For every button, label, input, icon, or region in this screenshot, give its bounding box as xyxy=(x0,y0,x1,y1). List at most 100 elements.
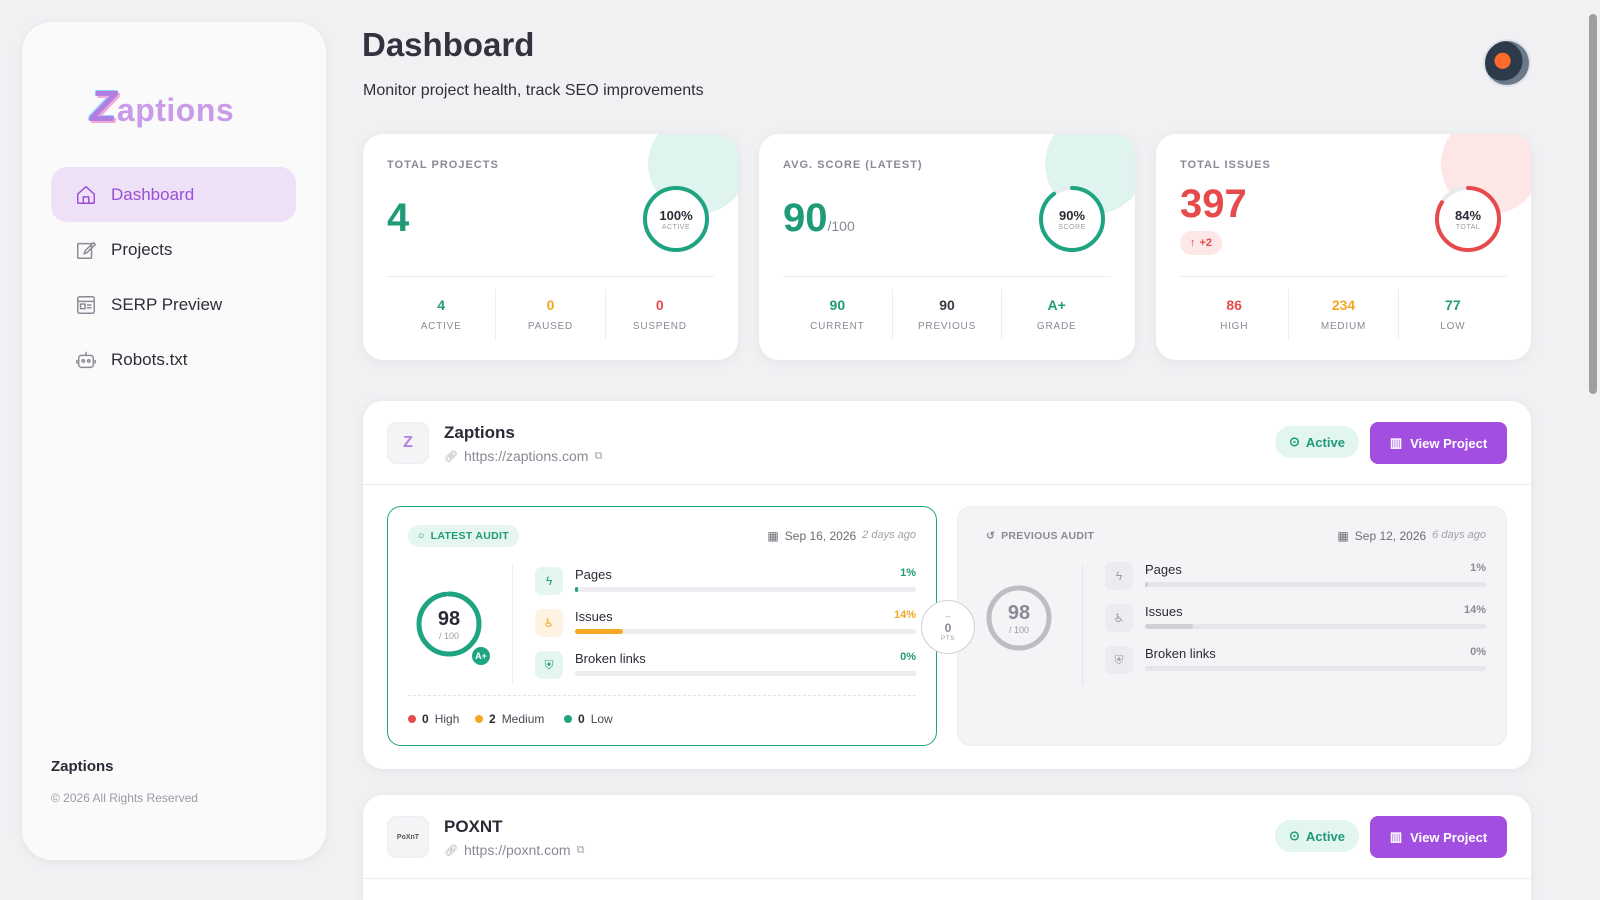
project-header: Z Zaptions 🔗︎ https://zaptions.com ⧉ ⊙ Ac… xyxy=(363,401,1531,485)
accessibility-icon: ♿︎ xyxy=(1105,604,1133,632)
metric-issues: ♿︎ Issues 14% xyxy=(1105,604,1486,636)
sidebar-item-serp-preview[interactable]: SERP Preview xyxy=(51,277,296,332)
audit-date-text: Sep 12, 2026 xyxy=(1354,529,1427,543)
metric-pages: ϟ Pages 1% xyxy=(535,567,916,599)
diff-unit: PTS xyxy=(940,635,956,642)
metric-bar-fill xyxy=(575,629,623,634)
metric-bar-fill xyxy=(1145,582,1149,587)
project-card-zaptions: Z Zaptions 🔗︎ https://zaptions.com ⧉ ⊙ Ac… xyxy=(363,401,1531,769)
score-denominator: / 100 xyxy=(438,630,460,641)
orange-dot-icon xyxy=(475,715,483,723)
edit-icon xyxy=(77,241,97,259)
divider xyxy=(1180,276,1507,277)
project-logo: PoXnT xyxy=(387,816,429,858)
stat-count: 90 xyxy=(939,296,955,313)
shield-icon: ⛨ xyxy=(535,651,563,679)
avatar[interactable] xyxy=(1483,39,1531,87)
score-denominator: / 100 xyxy=(1008,624,1030,635)
stat-high: 86 HIGH xyxy=(1180,289,1290,339)
project-name: Zaptions xyxy=(444,423,515,442)
divider xyxy=(408,695,916,696)
check-circle-icon: ⊙ xyxy=(1289,434,1300,449)
stat-grade: A+ GRADE xyxy=(1002,289,1111,339)
stat-caption: MEDIUM xyxy=(1320,320,1367,332)
ring-percent: 84% xyxy=(1454,207,1482,223)
zaptions-logo[interactable]: Z aptions xyxy=(90,82,234,132)
metric-bar xyxy=(1145,582,1486,587)
view-project-button[interactable]: ▥ View Project xyxy=(1370,422,1507,464)
audit-tag-label: LATEST AUDIT xyxy=(430,530,509,542)
stat-count: 0 xyxy=(546,296,555,313)
metric-bar xyxy=(1145,624,1486,629)
metric-bar-fill xyxy=(575,587,579,592)
sidebar-item-projects[interactable]: Projects xyxy=(51,222,296,277)
copy-icon[interactable]: ⧉ xyxy=(594,450,602,463)
view-project-label: View Project xyxy=(1410,829,1488,845)
scrollbar-thumb[interactable] xyxy=(1589,14,1597,394)
metric-name: Issues xyxy=(575,609,613,624)
footer-brand: Zaptions xyxy=(51,758,114,775)
arrow-up-icon: ↑ xyxy=(1190,237,1196,249)
metric-bar xyxy=(1145,666,1486,671)
project-header: PoXnT POXNT 🔗︎ https://poxnt.com ⧉ ⊙ Acti… xyxy=(363,795,1531,879)
sidebar: Z aptions Dashboard Projects SERP Previe… xyxy=(22,22,326,860)
metric-percent: 1% xyxy=(1470,562,1486,574)
severity-label: Medium xyxy=(501,712,545,726)
project-url-text[interactable]: https://zaptions.com xyxy=(464,448,589,464)
view-project-button[interactable]: ▥ View Project xyxy=(1370,816,1507,858)
stat-count: A+ xyxy=(1047,296,1066,313)
severity-count: 0 xyxy=(422,712,429,726)
status-label: Active xyxy=(1305,828,1345,844)
history-icon: ↺ xyxy=(986,530,996,542)
severity-label: High xyxy=(434,712,460,726)
shield-icon: ⛨ xyxy=(1105,646,1133,674)
stat-active: 4 ACTIVE xyxy=(387,289,497,339)
serp-icon xyxy=(77,295,95,314)
audit-date: ▦ Sep 16, 2026 2 days ago xyxy=(767,529,916,543)
bolt-icon: ϟ xyxy=(535,567,563,595)
total-issues-card: TOTAL ISSUES 397 ↑ +2 84% TOTAL 86 HIGH 23… xyxy=(1156,134,1531,360)
red-dot-icon xyxy=(408,715,416,723)
metric-name: Broken links xyxy=(1145,646,1216,661)
metric-percent: 1% xyxy=(900,567,916,579)
sidebar-item-label: Projects xyxy=(111,239,173,259)
status-label: Active xyxy=(1305,434,1345,450)
project-url: 🔗︎ https://zaptions.com ⧉ xyxy=(444,448,602,464)
sidebar-item-dashboard[interactable]: Dashboard xyxy=(51,167,296,222)
severity-count: 2 xyxy=(489,712,496,726)
project-url-text[interactable]: https://poxnt.com xyxy=(464,842,571,858)
stat-caption: PREVIOUS xyxy=(917,320,977,332)
ring-label: 100% ACTIVE xyxy=(641,184,711,254)
project-card-poxnt: PoXnT POXNT 🔗︎ https://poxnt.com ⧉ ⊙ Acti… xyxy=(363,795,1531,900)
severity-low: 0 Low xyxy=(564,712,613,726)
severity-label: Low xyxy=(590,712,613,726)
bolt-icon: ϟ xyxy=(1105,562,1133,590)
view-project-label: View Project xyxy=(1410,435,1488,451)
copy-icon[interactable]: ⧉ xyxy=(577,844,585,857)
delta-value: +2 xyxy=(1199,237,1213,249)
status-badge: ⊙ Active xyxy=(1275,426,1359,458)
stat-caption: ACTIVE xyxy=(420,320,462,332)
stat-caption: SUSPEND xyxy=(632,320,687,332)
sidebar-item-robots-txt[interactable]: Robots.txt xyxy=(51,332,296,387)
divider xyxy=(387,276,714,277)
ring-label: 84% TOTAL xyxy=(1433,184,1503,254)
diff-value: 0 xyxy=(944,621,952,635)
project-name: POXNT xyxy=(444,817,503,836)
bar-chart-icon: ▥ xyxy=(1389,829,1403,844)
stat-low: 77 LOW xyxy=(1399,289,1507,339)
metric-broken-links: ⛨ Broken links 0% xyxy=(535,651,916,683)
metric-name: Broken links xyxy=(575,651,646,666)
stat-label: TOTAL PROJECTS xyxy=(387,159,499,171)
stat-medium: 234 MEDIUM xyxy=(1289,289,1399,339)
audit-date: ▦ Sep 12, 2026 6 days ago xyxy=(1337,529,1486,543)
diff-dash: – xyxy=(945,611,951,621)
metric-bar xyxy=(575,629,916,634)
scrollbar[interactable] xyxy=(1586,0,1600,900)
page-title: Dashboard xyxy=(362,26,535,63)
metric-name: Pages xyxy=(575,567,612,582)
stat-caption: LOW xyxy=(1440,320,1466,332)
bar-chart-icon: ▥ xyxy=(1389,435,1403,450)
score-value: 98 xyxy=(1007,601,1031,624)
page-subtitle: Monitor project health, track SEO improv… xyxy=(363,82,704,99)
